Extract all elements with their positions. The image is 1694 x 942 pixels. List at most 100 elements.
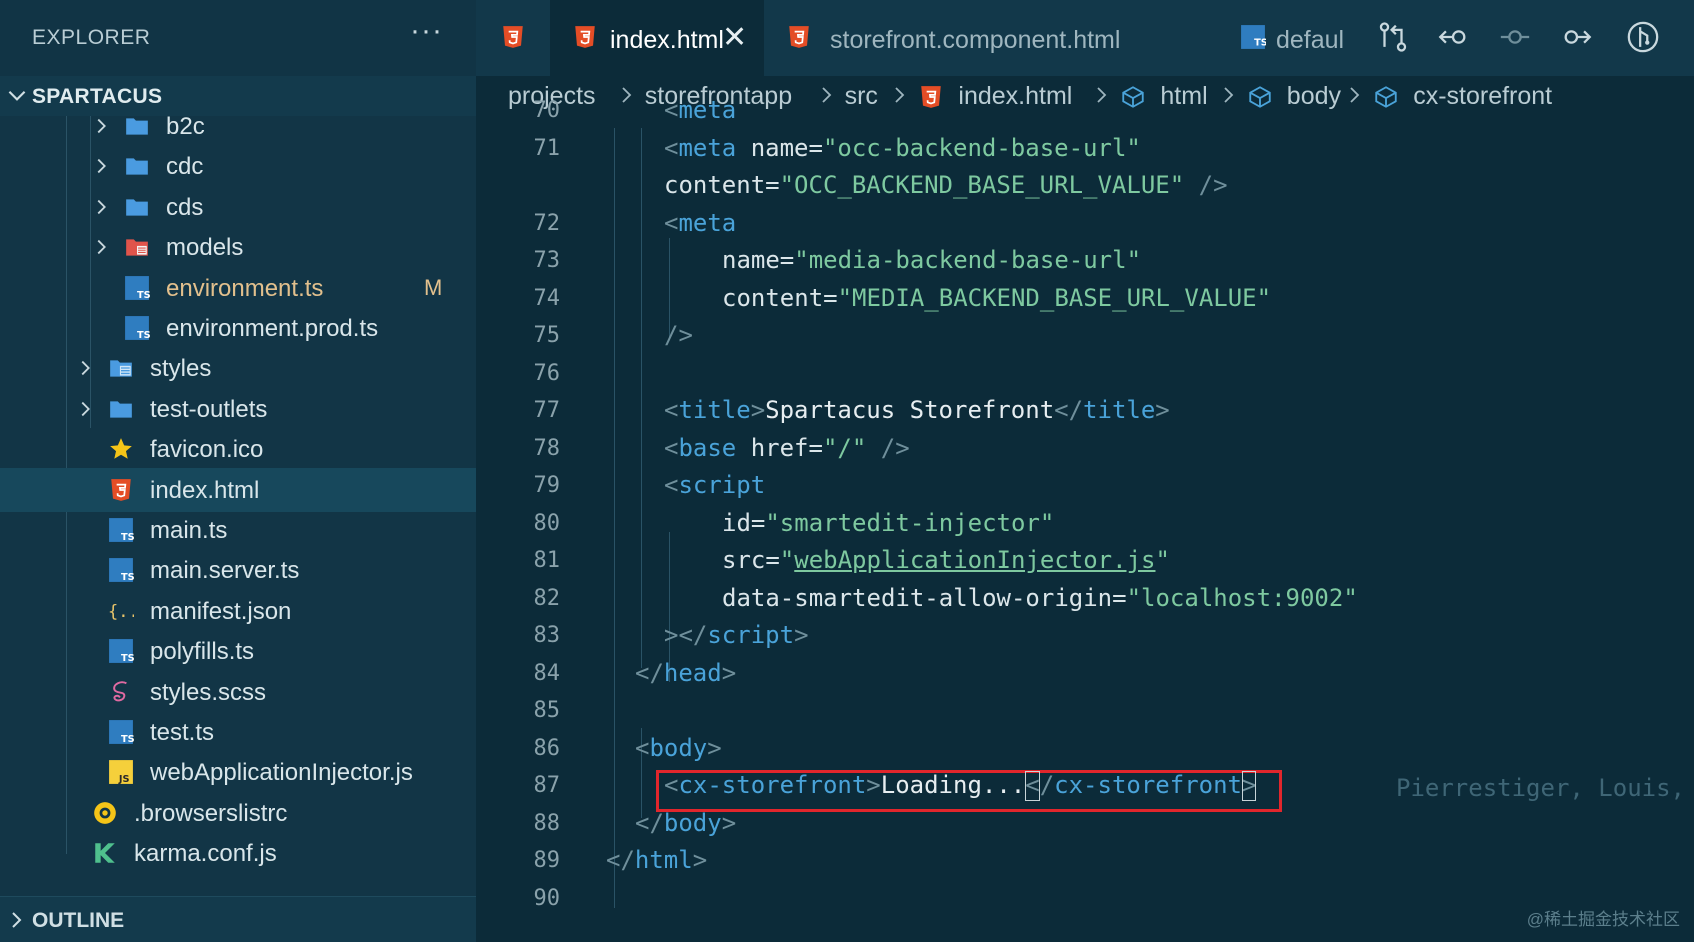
watermark: @稀土掘金技术社区	[1526, 910, 1680, 929]
json-braces-icon: {..}	[108, 602, 134, 622]
code-token: "media-backend-base-url"	[794, 246, 1142, 274]
workspace-title: SPARTACUS	[32, 85, 163, 108]
tree-item-label: favicon.ico	[150, 436, 264, 464]
tree-item-index-html[interactable]: index.html	[0, 467, 476, 512]
tree-item-manifest-json[interactable]: {..} manifest.json	[0, 589, 476, 633]
outline-title: OUTLINE	[32, 909, 125, 932]
code-line: src="webApplicationInjector.js"	[722, 546, 1170, 574]
line-number: 81	[533, 548, 561, 573]
code-token: content=	[722, 283, 838, 312]
code-token: html	[634, 846, 693, 874]
bracket-match-box	[1025, 771, 1040, 801]
typescript-icon: TS	[109, 558, 134, 583]
workspace-section-header[interactable]: SPARTACUS	[0, 76, 476, 116]
code-token: >	[794, 621, 809, 649]
html5-icon	[575, 26, 595, 48]
tree-item-test-outlets[interactable]: test-outlets	[0, 387, 476, 431]
tree-item-label: environment.ts	[166, 274, 324, 302]
svg-text:JS: JS	[118, 774, 130, 785]
tree-item-cdc[interactable]: cdc	[0, 144, 476, 188]
svg-text:TS: TS	[121, 572, 134, 583]
line-number: 78	[533, 435, 561, 461]
indent-guide	[614, 128, 615, 908]
code-token: >	[1155, 396, 1170, 424]
tree-item-label: models	[166, 234, 244, 262]
code-editor[interactable]: Pierrestiger, Louis, 70 <meta 71 <meta name…	[476, 96, 1694, 942]
breadcrumb-item[interactable]: html	[1160, 82, 1207, 111]
tree-item-browserslistrc[interactable]: .browserslistrc	[0, 791, 476, 835]
code-token: Spartacus Storefront	[765, 396, 1055, 424]
tab-index-html[interactable]: index.html ✕	[550, 0, 764, 76]
tree-item-polyfills-ts[interactable]: TS polyfills.ts	[0, 629, 476, 673]
line-number: 89	[533, 848, 561, 873]
code-token: >	[692, 846, 708, 874]
typescript-icon: TS	[1241, 25, 1266, 49]
breadcrumb-item[interactable]: index.html	[958, 82, 1072, 111]
typescript-icon: TS	[125, 275, 150, 300]
tree-item-label: environment.prod.ts	[166, 315, 379, 342]
code-line: <title>Spartacus Storefront</title>	[664, 396, 1170, 424]
breadcrumb-item[interactable]: src	[845, 82, 878, 111]
next-change-icon[interactable]	[1560, 20, 1594, 54]
tree-item-main-server-ts[interactable]: TS main.server.ts	[0, 548, 476, 592]
tree-item-label: polyfills.ts	[150, 638, 255, 666]
more-actions-icon[interactable]: ···	[410, 14, 443, 48]
tree-item-test-ts[interactable]: TS test.ts	[0, 710, 476, 754]
code-line: <meta	[664, 96, 736, 124]
models-folder-icon	[126, 239, 148, 256]
tree-item-b2c[interactable]: b2c	[0, 116, 476, 148]
tree-item-label: styles.scss	[150, 678, 267, 706]
code-token: ></	[664, 621, 708, 649]
tab-storefront-component-html[interactable]: storefront.component.html	[764, 0, 1164, 76]
code-token: <	[664, 96, 679, 124]
code-line: </html>	[606, 846, 707, 874]
code-token: title	[678, 396, 751, 424]
tab-label: storefront.component.html	[830, 26, 1121, 54]
tree-item-environment-prod-ts[interactable]: TS environment.prod.ts	[0, 306, 476, 350]
commit-icon[interactable]	[1498, 20, 1532, 54]
tree-item-webapplicationinjector-js[interactable]: JS webApplicationInjector.js	[0, 750, 476, 794]
breadcrumb-separator-icon	[1097, 87, 1107, 103]
tree-item-label: cdc	[166, 153, 204, 181]
tree-item-cds[interactable]: cds	[0, 185, 476, 229]
tree-item-label: styles	[150, 355, 212, 383]
code-token: cx-storefront	[1054, 771, 1242, 799]
star-icon	[110, 438, 132, 459]
tree-item-karma-conf-js[interactable]: karma.conf.js	[0, 831, 476, 875]
tab-default-ts[interactable]: TS defaul	[1236, 0, 1360, 76]
svg-text:TS: TS	[1254, 38, 1266, 49]
browserslist-icon	[94, 801, 116, 824]
code-token: meta	[678, 133, 737, 162]
chevron-right-icon	[97, 240, 106, 255]
code-token: />	[664, 321, 693, 349]
code-token: Loading...	[880, 771, 1026, 799]
tree-item-label: .browserslistrc	[134, 799, 288, 827]
breadcrumb-item[interactable]: cx-storefront	[1413, 82, 1552, 111]
tab-html-pinned[interactable]	[476, 0, 550, 76]
compare-changes-icon[interactable]	[1376, 20, 1410, 54]
html5-icon	[789, 26, 809, 48]
code-token: id=	[722, 508, 766, 537]
previous-change-icon[interactable]	[1436, 20, 1470, 54]
code-token: </	[635, 808, 664, 837]
code-line: <meta	[664, 209, 736, 237]
tree-item-favicon-ico[interactable]: favicon.ico	[0, 427, 476, 471]
code-token: "smartedit-injector"	[765, 508, 1055, 537]
line-number: 90	[533, 885, 561, 911]
close-icon[interactable]: ✕	[722, 20, 747, 55]
breadcrumb-item[interactable]: body	[1287, 82, 1341, 111]
git-history-icon[interactable]	[1626, 20, 1660, 54]
tree-item-styles-scss[interactable]: styles.scss	[0, 670, 476, 714]
tab-bar: index.html ✕ storefront.component.html T…	[476, 0, 1694, 76]
element-symbol-icon	[1122, 86, 1145, 108]
tree-item-models[interactable]: models	[0, 225, 476, 269]
tree-item-styles[interactable]: styles	[0, 346, 476, 390]
tree-item-main-ts[interactable]: TS main.ts	[0, 508, 476, 552]
code-token: "occ-backend-base-url"	[822, 133, 1141, 162]
typescript-icon: TS	[125, 316, 150, 341]
outline-section-header[interactable]: OUTLINE	[0, 896, 476, 942]
code-token: script	[707, 621, 795, 649]
code-token: "MEDIA_BACKEND_BASE_URL_VALUE"	[837, 283, 1272, 312]
tree-item-environment-ts[interactable]: TS environment.ts M	[0, 266, 476, 310]
code-token: "	[779, 546, 795, 574]
